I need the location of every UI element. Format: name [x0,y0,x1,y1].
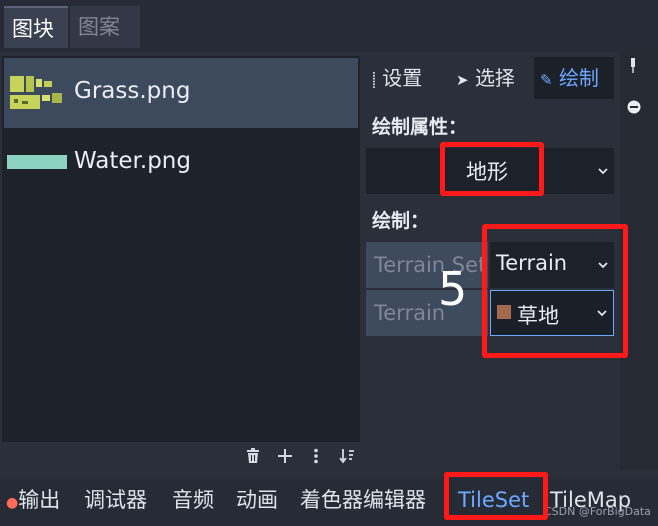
collapse-icon[interactable] [627,100,641,114]
tab-paint-label: 绘制 [558,66,599,90]
paint-property-dropdown[interactable]: 地形 [366,148,614,194]
terrain-color-swatch [497,305,511,319]
paint-heading: 绘制： [372,210,430,232]
sort-button[interactable] [334,444,360,472]
tile-source-item-water[interactable]: Water.png [4,128,358,198]
tile-source-name: Water.png [74,148,191,174]
watermark: CSDN @ForBigData [544,505,651,518]
chevron-down-icon [598,168,608,175]
delete-source-button[interactable] [240,444,266,472]
tile-source-item-grass[interactable]: Grass.png [4,58,358,128]
cursor-icon: ➤ [456,71,469,89]
pin-icon [631,58,635,73]
grass-thumbnail-icon [10,76,62,109]
right-side-strip [620,52,658,470]
chevron-down-icon [598,262,608,269]
tab-shader-editor[interactable]: 着色器编辑器 [300,480,426,520]
brush-icon: ✎ [540,71,553,89]
tab-select[interactable]: ➤ 选择 [450,57,530,99]
more-options-button[interactable] [303,444,329,472]
water-thumbnail-icon [7,155,67,169]
annotation-step-number: 5 [438,262,468,316]
kebab-menu-icon [314,448,318,464]
terrain-set-dropdown[interactable]: Terrain [490,242,614,288]
tab-patterns[interactable]: 图案 [70,6,140,48]
tab-tiles[interactable]: 图块 [4,6,68,48]
terrain-set-label: Terrain Set [366,242,488,288]
trash-icon [247,448,259,463]
chevron-down-icon [597,310,607,317]
terrain-label: Terrain [366,290,488,336]
plus-icon [278,449,292,463]
sort-icon [339,449,354,464]
tools-icon: ⸽ [372,71,376,89]
tab-output[interactable]: ●输出 [6,480,60,520]
terrain-value: 草地 [517,304,559,328]
paint-properties-heading: 绘制属性： [372,116,468,138]
tab-animation[interactable]: 动画 [236,480,278,520]
tab-debugger[interactable]: 调试器 [84,480,147,520]
tab-paint[interactable]: ✎ 绘制 [534,57,614,99]
error-dot-icon: ● [6,495,19,511]
tab-settings-label: 设置 [382,66,423,90]
tab-select-label: 选择 [474,66,515,90]
tab-settings[interactable]: ⸽ 设置 [366,57,442,99]
tab-tileset[interactable]: TileSet [458,480,529,520]
add-source-button[interactable] [272,444,298,472]
tile-source-name: Grass.png [74,78,191,104]
terrain-dropdown[interactable]: 草地 [490,290,614,336]
terrain-set-value: Terrain [496,251,568,275]
tab-output-label: 输出 [18,488,61,512]
tab-audio[interactable]: 音频 [172,480,214,520]
paint-property-value: 地形 [466,160,508,184]
